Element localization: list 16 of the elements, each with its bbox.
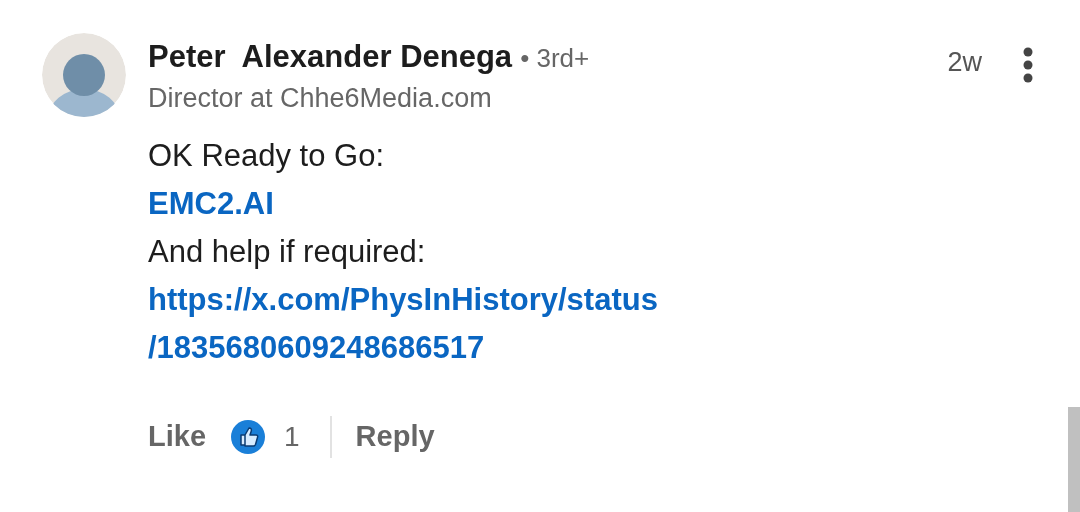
author-name[interactable]: Peter Alexander Denega [148,39,513,75]
link[interactable]: EMC2.AI [148,180,274,228]
timestamp: 2w [947,47,982,78]
like-button[interactable]: Like [136,414,219,459]
link[interactable]: https://x.com/PhysInHistory/status [148,276,658,324]
scrollbar[interactable] [1068,407,1080,512]
connection-degree: • 3rd+ [520,43,590,74]
thumbs-up-icon [230,418,267,455]
comment-text: And help if required: [148,233,426,271]
reply-button[interactable]: Reply [343,414,447,459]
avatar-icon[interactable] [42,33,126,117]
comment-text: OK Ready to Go: [148,137,385,175]
more-options-icon[interactable] [1022,47,1034,83]
author-headline: Director at Chhe6Media.com [148,83,493,114]
link[interactable]: /1835680609248686517 [148,324,485,372]
reaction-count: 1 [284,420,300,453]
